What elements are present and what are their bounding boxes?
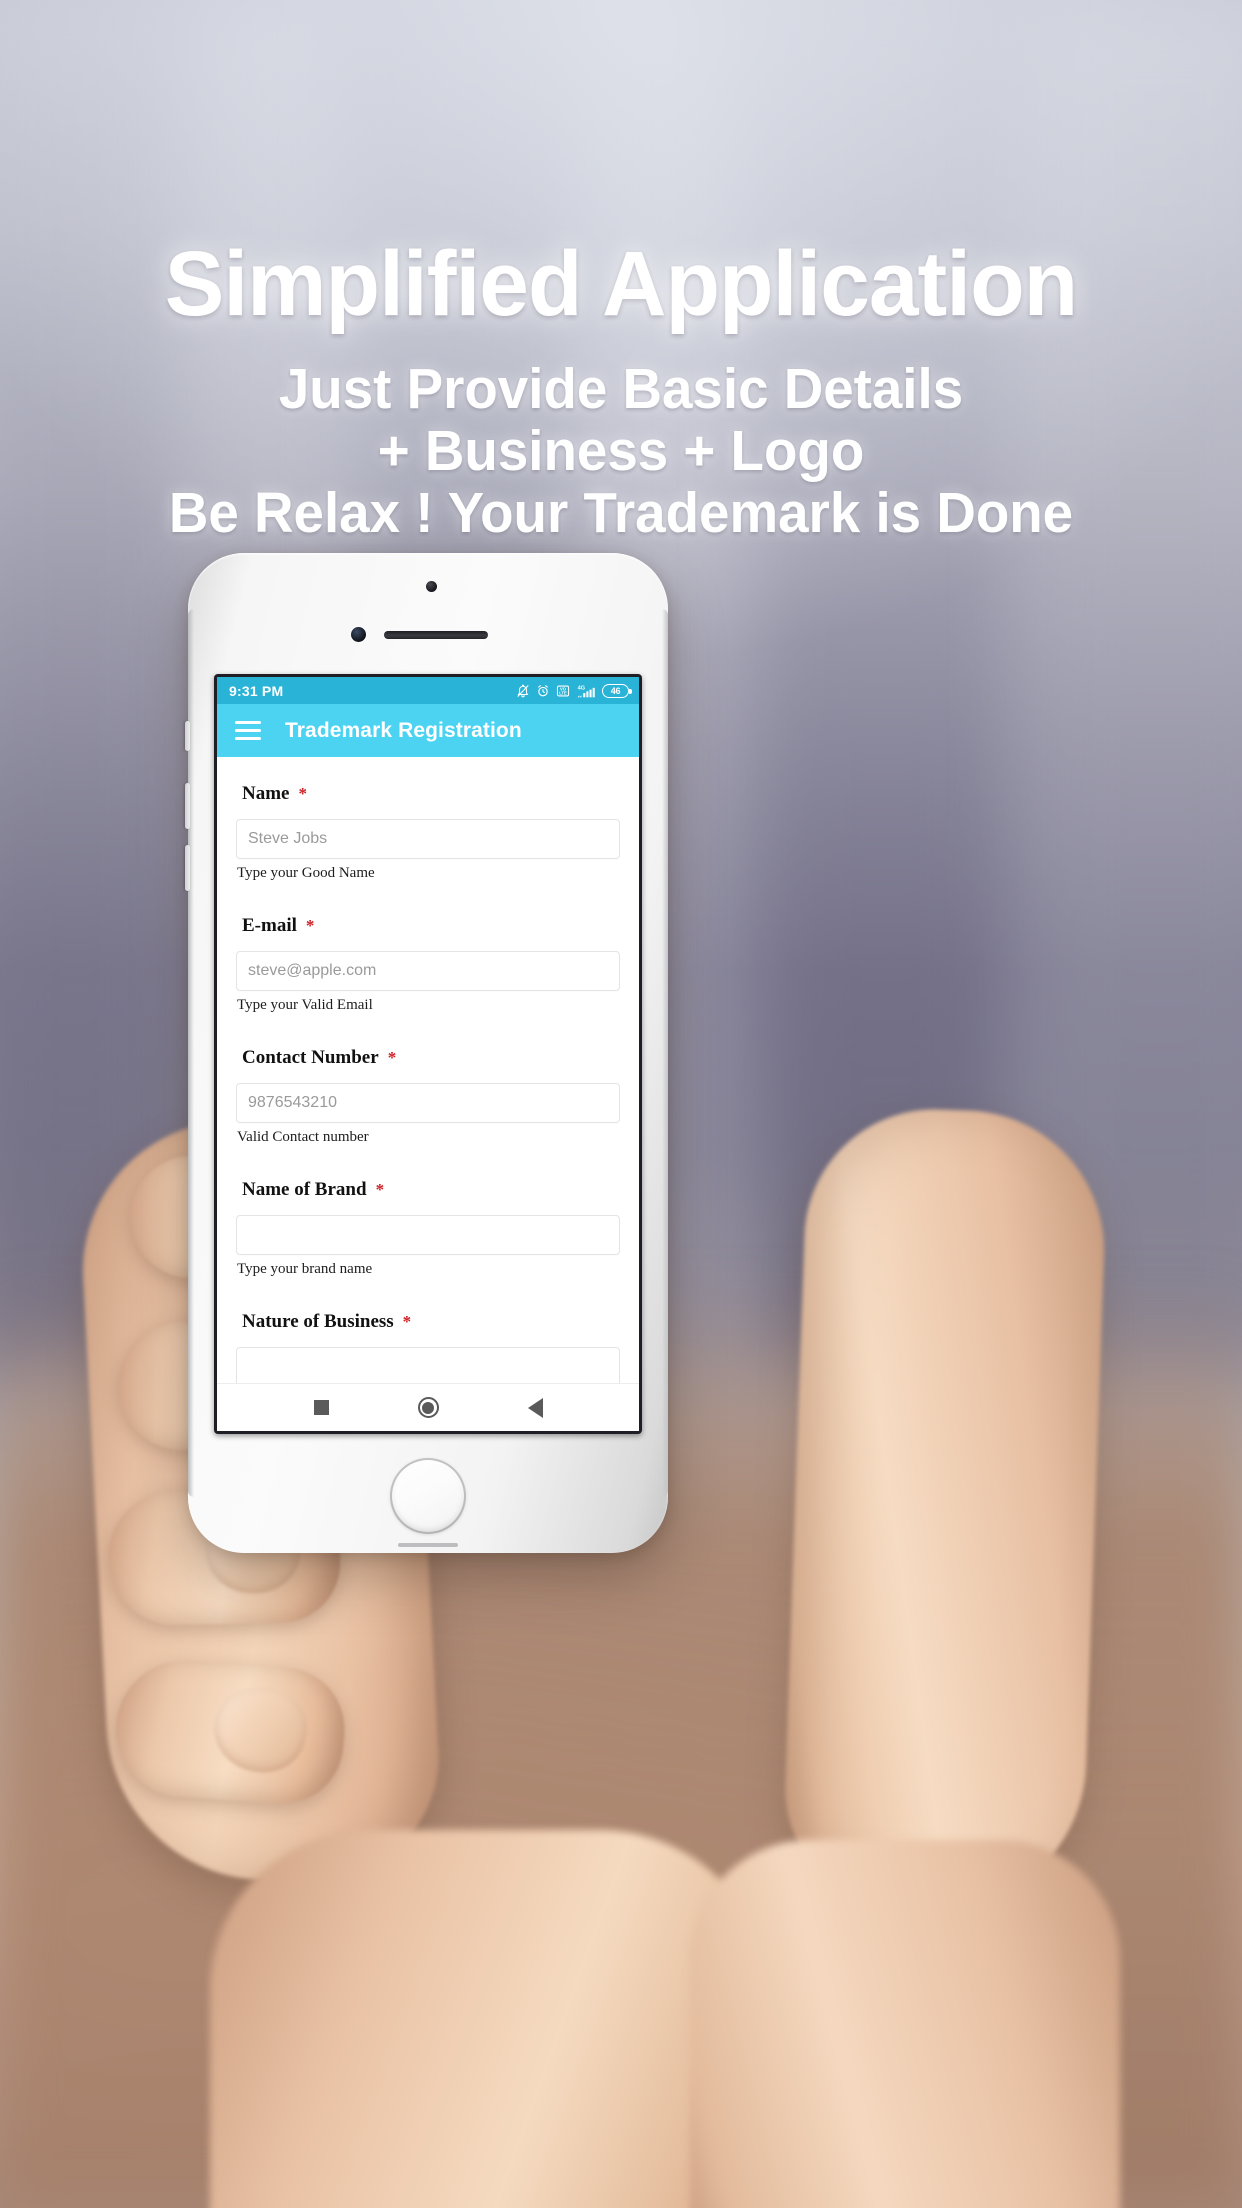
field-helper-text: Valid Contact number	[237, 1129, 369, 1145]
hand-wrist	[690, 1840, 1120, 2208]
battery-icon: 46	[602, 683, 632, 698]
promo-screenshot: Simplified Application Just Provide Basi…	[0, 0, 1242, 2208]
square-recents-icon[interactable]	[313, 1400, 329, 1415]
field-helper-text: Type your Good Name	[237, 865, 375, 881]
name-input[interactable]: Steve Jobs	[236, 819, 620, 859]
form-field-brand-name: Name of Brand * Type your brand name	[236, 1179, 620, 1278]
phone-silent-switch[interactable]	[185, 721, 190, 751]
field-helper-text: Type your Valid Email	[237, 997, 373, 1013]
proximity-sensor-icon	[351, 627, 366, 642]
registration-form: Name * Steve Jobs Type your Good Name E-…	[217, 757, 639, 1383]
nature-of-business-input[interactable]	[236, 1347, 620, 1383]
android-status-bar: 9:31 PM VO LTE 4G 46	[217, 677, 639, 704]
app-bar: Trademark Registration	[217, 704, 639, 757]
field-label-text: E-mail	[242, 915, 297, 936]
phone-screen-bezel: 9:31 PM VO LTE 4G 46 Trademark Registrat…	[214, 674, 642, 1434]
required-asterisk: *	[375, 1180, 385, 1199]
promo-subline-2: + Business + Logo	[377, 418, 865, 483]
required-asterisk: *	[298, 784, 307, 803]
hamburger-menu-icon[interactable]	[235, 720, 261, 741]
phone-home-button[interactable]	[390, 1458, 466, 1534]
form-field-contact-number: Contact Number * 9876543210 Valid Contac…	[236, 1047, 620, 1146]
field-label: Contact Number *	[242, 1047, 620, 1069]
svg-text:LTE: LTE	[559, 690, 567, 695]
field-label-text: Name	[242, 783, 290, 804]
phone-volume-up-button[interactable]	[185, 783, 190, 829]
hand-palm-lower	[210, 1830, 770, 2208]
promo-subheadline: Just Provide Basic Details + Business + …	[25, 356, 1217, 546]
volte-icon: VO LTE	[556, 684, 570, 698]
form-field-nature-of-business: Nature of Business *	[236, 1311, 620, 1383]
earpiece-speaker	[384, 631, 488, 639]
promo-subline-1: Just Provide Basic Details	[278, 356, 964, 421]
field-label-text: Name of Brand	[242, 1179, 367, 1200]
fingernail	[209, 1682, 311, 1778]
required-asterisk: *	[387, 1048, 397, 1067]
page-title: Trademark Registration	[285, 718, 522, 742]
promo-headline-block: Simplified Application Just Provide Basi…	[0, 233, 1242, 546]
brand-name-input[interactable]	[236, 1215, 620, 1255]
status-bar-clock: 9:31 PM	[229, 682, 284, 699]
phone-mockup: 9:31 PM VO LTE 4G 46 Trademark Registrat…	[185, 553, 668, 1553]
field-label: Nature of Business *	[242, 1311, 620, 1333]
notifications-off-icon	[516, 684, 530, 698]
phone-screen: 9:31 PM VO LTE 4G 46 Trademark Registrat…	[217, 677, 639, 1431]
alarm-clock-icon	[536, 684, 550, 698]
hand-finger-little	[111, 1656, 349, 1808]
field-label: Name of Brand *	[242, 1179, 620, 1201]
status-bar-icons: VO LTE 4G 46	[516, 683, 632, 698]
phone-volume-down-button[interactable]	[185, 845, 190, 891]
field-label: Name *	[242, 783, 620, 805]
circle-home-icon[interactable]	[417, 1397, 439, 1418]
svg-text:4G: 4G	[578, 685, 585, 691]
field-helper-text: Type your brand name	[237, 1261, 373, 1277]
phone-charging-port	[398, 1543, 458, 1547]
battery-level-label: 46	[610, 685, 621, 696]
phone-right-edge	[662, 609, 668, 1497]
field-label-text: Nature of Business	[242, 1311, 394, 1332]
promo-subline-3: Be Relax ! Your Trademark is Done	[168, 481, 1074, 546]
contact-number-input[interactable]: 9876543210	[236, 1083, 620, 1123]
form-field-email: E-mail * steve@apple.com Type your Valid…	[236, 915, 620, 1014]
hand-right-side	[781, 1105, 1109, 1915]
form-field-name: Name * Steve Jobs Type your Good Name	[236, 783, 620, 882]
required-asterisk: *	[305, 916, 315, 935]
field-label-text: Contact Number	[242, 1047, 379, 1068]
front-camera-icon	[426, 581, 437, 592]
android-navigation-bar	[217, 1383, 639, 1431]
field-label: E-mail *	[242, 915, 620, 937]
triangle-back-icon[interactable]	[527, 1397, 543, 1418]
promo-headline: Simplified Application	[164, 233, 1078, 335]
required-asterisk: *	[402, 1312, 412, 1331]
email-input[interactable]: steve@apple.com	[236, 951, 620, 991]
signal-4g-icon: 4G	[576, 684, 596, 698]
